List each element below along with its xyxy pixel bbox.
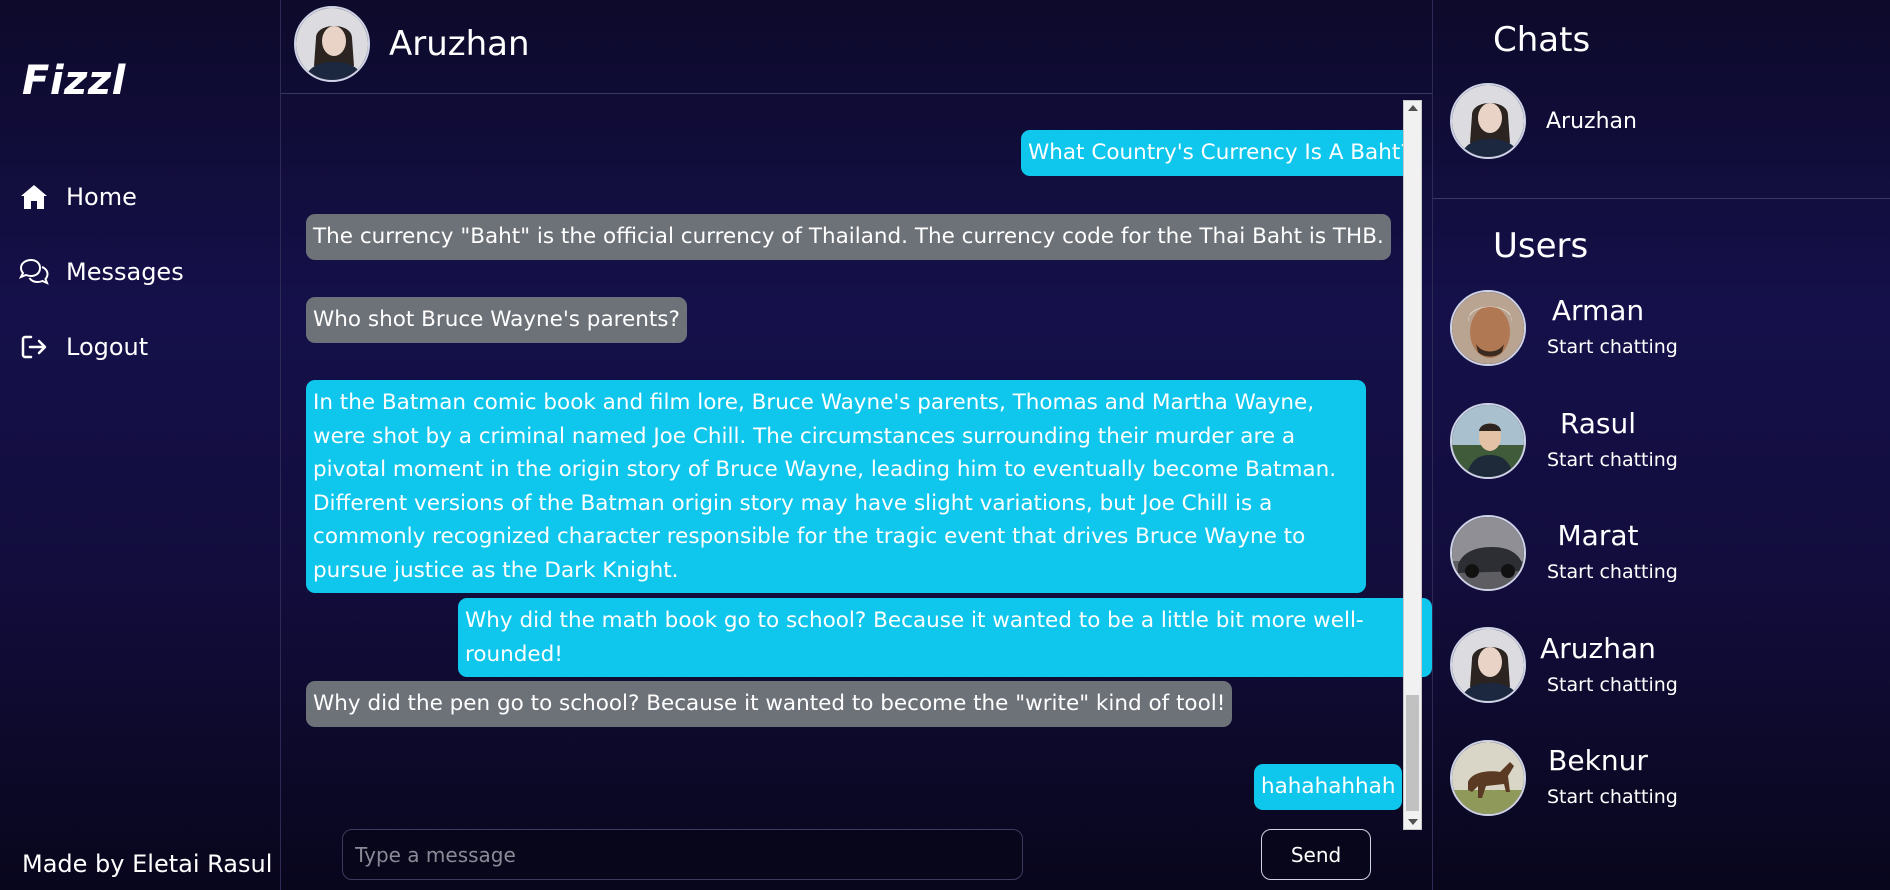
user-item-aruzhan[interactable]: Aruzhan Start chatting [1433, 626, 1890, 716]
section-divider [1433, 198, 1890, 199]
chat-panel: Aruzhan What Country's Currency Is A Bah… [281, 0, 1432, 890]
avatar[interactable] [294, 6, 370, 82]
message-received: Why did the pen go to school? Because it… [306, 681, 1233, 727]
avatar [1450, 627, 1526, 703]
user-status: Start chatting [1547, 561, 1678, 583]
chat-header: Aruzhan [281, 0, 1432, 94]
nav-messages-label: Messages [66, 258, 184, 286]
message-sent: hahahahhah [1254, 764, 1403, 810]
user-item-rasul[interactable]: Rasul Start chatting [1433, 401, 1890, 491]
nav-home-label: Home [66, 183, 137, 211]
scroll-thumb[interactable] [1406, 695, 1419, 811]
message-input[interactable] [342, 829, 1023, 880]
user-name: Arman [1551, 294, 1645, 327]
chats-title: Chats [1493, 20, 1591, 60]
nav-home[interactable]: Home [18, 177, 137, 217]
avatar [1450, 83, 1526, 159]
app-logo[interactable]: Fizzl [22, 58, 126, 104]
user-name: Beknur [1548, 744, 1648, 777]
user-item-marat[interactable]: Marat Start chatting [1433, 513, 1890, 603]
message-sent: In the Batman comic book and film lore, … [306, 380, 1366, 593]
nav-logout-label: Logout [66, 333, 149, 361]
right-panel: Chats Aruzhan Users Arman Start chatting [1432, 0, 1890, 890]
chat-contact-name: Aruzhan [389, 24, 530, 64]
nav-logout[interactable]: Logout [18, 327, 148, 367]
user-status: Start chatting [1547, 674, 1678, 696]
user-item-beknur[interactable]: Beknur Start chatting [1433, 738, 1890, 828]
message-list[interactable]: What Country's Currency Is A Baht? The c… [281, 95, 1432, 830]
message-received: The currency "Baht" is the official curr… [306, 214, 1391, 260]
user-status: Start chatting [1547, 786, 1678, 808]
chat-item-name: Aruzhan [1546, 109, 1637, 134]
chat-item-aruzhan[interactable]: Aruzhan [1433, 80, 1890, 170]
user-status: Start chatting [1547, 336, 1678, 358]
user-name: Aruzhan [1540, 632, 1656, 665]
user-status: Start chatting [1547, 449, 1678, 471]
user-name: Rasul [1559, 407, 1637, 440]
avatar [1450, 290, 1526, 366]
message-composer: Send [281, 829, 1432, 890]
message-scrollbar[interactable] [1403, 100, 1422, 830]
avatar [1450, 740, 1526, 816]
users-title: Users [1493, 226, 1589, 266]
left-sidebar: Fizzl Home Messages Logout Made by Eleta… [0, 0, 281, 890]
home-icon [18, 181, 50, 213]
avatar [1450, 515, 1526, 591]
user-item-arman[interactable]: Arman Start chatting [1433, 288, 1890, 378]
send-button[interactable]: Send [1261, 829, 1371, 880]
scroll-down-arrow-icon[interactable] [1408, 819, 1418, 825]
scroll-up-arrow-icon[interactable] [1408, 105, 1418, 111]
message-sent: Why did the math book go to school? Beca… [458, 598, 1432, 677]
avatar [1450, 403, 1526, 479]
footer-credit: Made by Eletai Rasul [22, 850, 273, 878]
nav-messages[interactable]: Messages [18, 252, 184, 292]
chat-bubbles-icon [18, 256, 50, 288]
logout-icon [18, 331, 50, 363]
message-received: Who shot Bruce Wayne's parents? [306, 297, 687, 343]
message-sent: What Country's Currency Is A Baht? [1021, 130, 1419, 176]
user-name: Marat [1557, 519, 1639, 552]
